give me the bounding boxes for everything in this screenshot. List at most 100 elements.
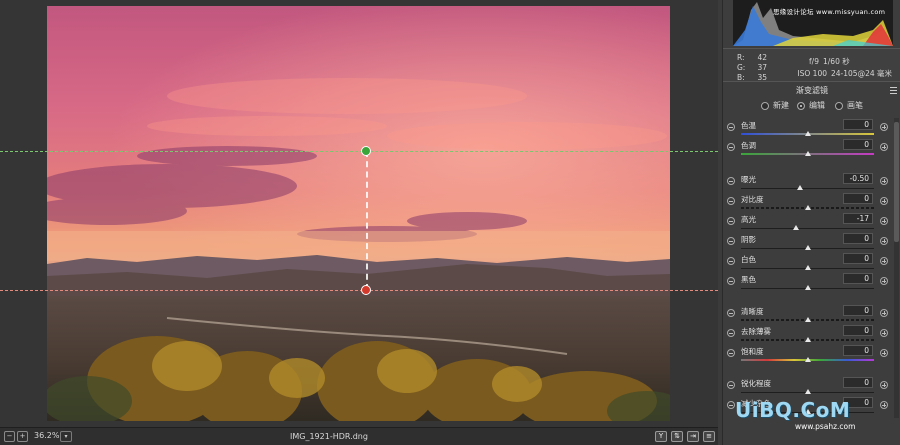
minus-icon[interactable] bbox=[727, 401, 735, 409]
slider-value-field[interactable]: 0 bbox=[843, 119, 873, 130]
slider-label: 对比度 bbox=[741, 195, 764, 204]
minus-icon[interactable] bbox=[727, 381, 735, 389]
preview-preferences-icon[interactable]: ≡ bbox=[703, 431, 715, 442]
slider-thumb[interactable] bbox=[804, 389, 811, 394]
slider-thumb[interactable] bbox=[796, 185, 803, 190]
slider-value-field[interactable]: 0 bbox=[843, 325, 873, 336]
slider-value-field[interactable]: 0 bbox=[843, 345, 873, 356]
plus-icon[interactable] bbox=[880, 143, 888, 151]
radio-new-icon[interactable] bbox=[761, 101, 769, 110]
slider-label: 白色 bbox=[741, 255, 756, 264]
minus-icon[interactable] bbox=[727, 277, 735, 285]
slider-row: 对比度 0 bbox=[723, 192, 893, 212]
panel-scrollbar[interactable] bbox=[894, 118, 899, 418]
watermark-logo: UiBQ.CoM bbox=[735, 398, 851, 422]
plus-icon[interactable] bbox=[880, 381, 888, 389]
gradient-end-pin[interactable] bbox=[361, 285, 371, 295]
slider-label: 色温 bbox=[741, 121, 756, 130]
panel-title: 渐变滤镜 bbox=[723, 84, 900, 98]
slider-label: 高光 bbox=[741, 215, 756, 224]
plus-icon[interactable] bbox=[880, 257, 888, 265]
copy-settings-icon[interactable]: ⇥ bbox=[687, 431, 699, 442]
slider-thumb[interactable] bbox=[804, 245, 811, 250]
minus-icon[interactable] bbox=[727, 123, 735, 131]
slider-thumb[interactable] bbox=[804, 151, 811, 156]
gradient-end-line[interactable] bbox=[0, 290, 718, 291]
before-after-toggle[interactable]: Y bbox=[655, 431, 667, 442]
scrollbar-handle[interactable] bbox=[894, 122, 899, 242]
slider-row: 阴影 0 bbox=[723, 232, 893, 252]
minus-icon[interactable] bbox=[727, 329, 735, 337]
plus-icon[interactable] bbox=[880, 349, 888, 357]
gradient-axis-line[interactable] bbox=[366, 151, 368, 290]
zoom-dropdown-icon[interactable]: ▾ bbox=[60, 431, 72, 442]
plus-icon[interactable] bbox=[880, 277, 888, 285]
slider-track[interactable] bbox=[741, 228, 874, 229]
radio-edit-icon[interactable] bbox=[797, 101, 805, 110]
panel-title-text: 渐变滤镜 bbox=[796, 86, 828, 95]
preview-canvas[interactable] bbox=[0, 0, 718, 427]
b-value: 35 bbox=[757, 73, 767, 82]
zoom-level: 36.2% bbox=[34, 431, 60, 440]
slider-value-field[interactable]: 0 bbox=[843, 253, 873, 264]
slider-track[interactable] bbox=[741, 188, 874, 189]
slider-thumb[interactable] bbox=[804, 131, 811, 136]
minus-icon[interactable] bbox=[727, 237, 735, 245]
aperture: f/9 bbox=[809, 57, 819, 66]
minus-icon[interactable] bbox=[727, 177, 735, 185]
slider-label: 黑色 bbox=[741, 275, 756, 284]
slider-row: 清晰度 0 bbox=[723, 304, 893, 324]
landscape-photo bbox=[47, 6, 670, 421]
mode-brush[interactable]: 画笔 bbox=[835, 100, 863, 111]
plus-icon[interactable] bbox=[880, 401, 888, 409]
plus-icon[interactable] bbox=[880, 123, 888, 131]
slider-value-field[interactable]: 0 bbox=[843, 377, 873, 388]
plus-icon[interactable] bbox=[880, 237, 888, 245]
minus-icon[interactable] bbox=[727, 309, 735, 317]
slider-thumb[interactable] bbox=[792, 225, 799, 230]
slider-row: 饱和度 0 bbox=[723, 344, 893, 364]
slider-thumb[interactable] bbox=[804, 285, 811, 290]
minus-icon[interactable] bbox=[727, 257, 735, 265]
plus-icon[interactable] bbox=[880, 329, 888, 337]
slider-thumb[interactable] bbox=[804, 357, 811, 362]
slider-thumb[interactable] bbox=[804, 317, 811, 322]
adjustment-panel: 思缘设计论坛 www.missyuan.com R: 42 G: 37 B: 35 f… bbox=[722, 0, 900, 445]
slider-value-field[interactable]: 0 bbox=[843, 233, 873, 244]
slider-value-field[interactable]: 0 bbox=[843, 139, 873, 150]
mode-new[interactable]: 新建 bbox=[761, 100, 789, 111]
minus-icon[interactable] bbox=[727, 349, 735, 357]
slider-value-field[interactable]: 0 bbox=[843, 273, 873, 284]
gradient-start-line[interactable] bbox=[0, 151, 718, 152]
zoom-out-icon[interactable]: − bbox=[4, 431, 15, 442]
minus-icon[interactable] bbox=[727, 197, 735, 205]
slider-value-field[interactable]: -17 bbox=[843, 213, 873, 224]
slider-row: 高光 -17 bbox=[723, 212, 893, 232]
lens-info: 24-105@24 毫米 bbox=[831, 69, 892, 78]
slider-thumb[interactable] bbox=[804, 205, 811, 210]
plus-icon[interactable] bbox=[880, 309, 888, 317]
plus-icon[interactable] bbox=[880, 197, 888, 205]
mode-new-label: 新建 bbox=[773, 101, 789, 110]
gradient-start-pin[interactable] bbox=[361, 146, 371, 156]
mode-edit-label: 编辑 bbox=[809, 101, 825, 110]
slider-thumb[interactable] bbox=[804, 265, 811, 270]
plus-icon[interactable] bbox=[880, 177, 888, 185]
site-watermark: UiBQ.CoM www.psahz.com bbox=[735, 398, 855, 431]
radio-brush-icon[interactable] bbox=[835, 101, 843, 110]
zoom-in-icon[interactable]: + bbox=[17, 431, 28, 442]
slider-value-field[interactable]: 0 bbox=[843, 305, 873, 316]
slider-label: 饱和度 bbox=[741, 347, 764, 356]
plus-icon[interactable] bbox=[880, 217, 888, 225]
panel-menu-icon[interactable] bbox=[890, 87, 897, 94]
slider-value-field[interactable]: -0.50 bbox=[843, 173, 873, 184]
minus-icon[interactable] bbox=[727, 143, 735, 151]
minus-icon[interactable] bbox=[727, 217, 735, 225]
slider-thumb[interactable] bbox=[804, 337, 811, 342]
mode-edit[interactable]: 编辑 bbox=[797, 100, 825, 111]
iso: ISO 100 bbox=[797, 69, 827, 78]
slider-row: 曝光 -0.50 bbox=[723, 172, 893, 192]
swap-settings-icon[interactable]: ⇅ bbox=[671, 431, 683, 442]
slider-value-field[interactable]: 0 bbox=[843, 193, 873, 204]
pixel-readout: R: 42 G: 37 B: 35 f/9 1/60 秒 ISO 100 24-105@2… bbox=[723, 48, 900, 82]
